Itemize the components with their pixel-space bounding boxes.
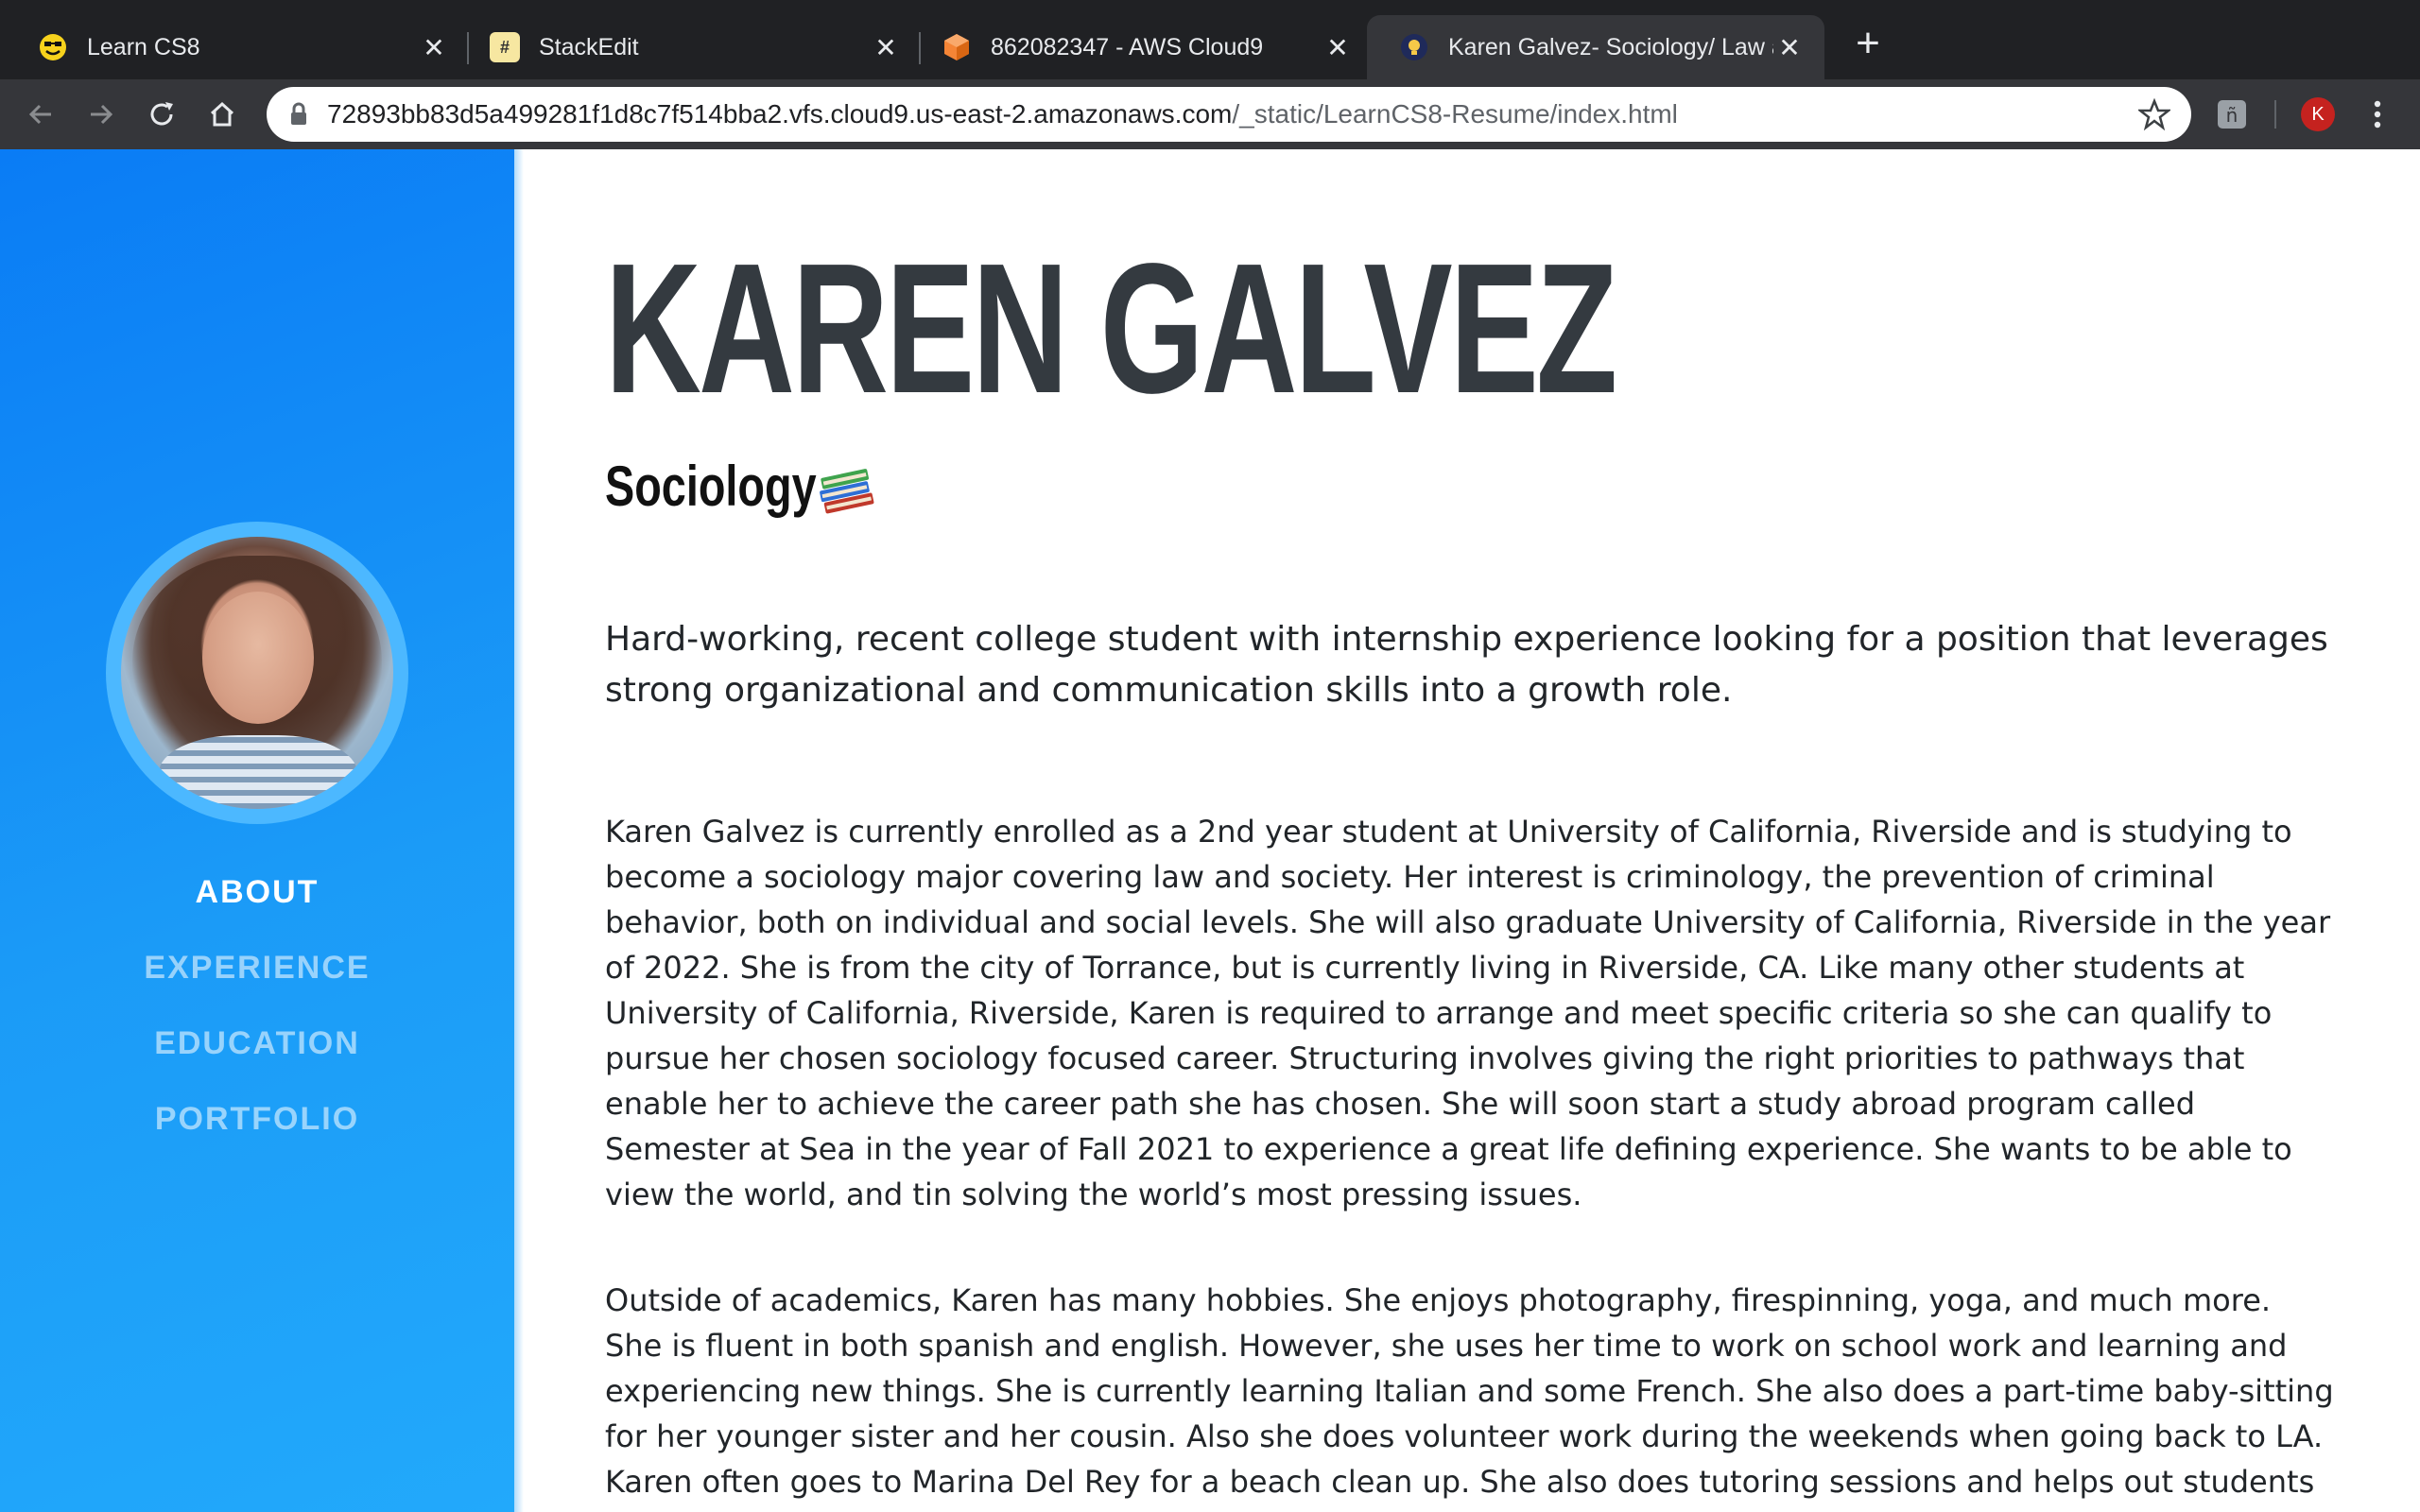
nav-link-experience[interactable]: EXPERIENCE (0, 945, 514, 1021)
tab-title: Learn CS8 (87, 33, 200, 60)
svg-text:ñ: ñ (2226, 104, 2238, 127)
smiley-face-icon (38, 32, 68, 62)
browser-tabstrip: Learn CS8 ✕ # StackEdit ✕ 862082347 - AW… (0, 0, 2420, 79)
url-path: /_static/LearnCS8-Resume/index.html (1232, 99, 1678, 129)
close-tab-icon[interactable]: ✕ (870, 32, 902, 63)
close-tab-icon[interactable]: ✕ (1322, 32, 1354, 63)
hash-icon: # (490, 32, 520, 62)
sidebar-nav: ABOUT EXPERIENCE EDUCATION PORTFOLIO (0, 869, 514, 1172)
tab-title: StackEdit (539, 33, 639, 60)
home-icon (210, 101, 234, 127)
sidebar (0, 149, 514, 1512)
arrow-right-icon (91, 104, 113, 125)
toolbar-separator (2274, 100, 2276, 129)
tab-stackedit[interactable]: # StackEdit ✕ (458, 15, 921, 79)
forward-button[interactable] (78, 91, 125, 138)
tab-learn-cs8[interactable]: Learn CS8 ✕ (6, 15, 469, 79)
profile-photo (121, 537, 393, 809)
tab-title: 862082347 - AWS Cloud9 (991, 33, 1264, 60)
reload-icon (150, 102, 173, 126)
sidebar-edge-shadow (514, 149, 524, 1512)
nav-link-about[interactable]: ABOUT (0, 869, 514, 945)
new-tab-button[interactable]: + (1845, 21, 1891, 66)
arrow-left-icon (28, 104, 51, 125)
home-button[interactable] (199, 91, 246, 138)
tab-aws-cloud9[interactable]: 862082347 - AWS Cloud9 ✕ (909, 15, 1373, 79)
extension-icon[interactable]: ñ (2216, 98, 2248, 130)
books-icon (816, 460, 874, 519)
photo-shirt (159, 735, 357, 809)
back-button[interactable] (17, 91, 64, 138)
tab-title: Karen Galvez- Sociology/ Law a (1448, 33, 1773, 60)
address-bar[interactable]: 72893bb83d5a499281f1d8c7f514bba2.vfs.clo… (267, 87, 2191, 142)
lead-statement: Hard-working, recent college student wit… (605, 620, 2328, 710)
bookmark-star-icon[interactable] (2136, 97, 2172, 137)
page-title: KAREN GALVEZ (605, 225, 1617, 432)
profile-photo-frame (106, 522, 408, 824)
about-paragraph-2: Outside of academics, Karen has many hob… (605, 1282, 2334, 1512)
cube-icon (942, 32, 972, 62)
profile-avatar-button[interactable]: K (2301, 97, 2335, 131)
close-tab-icon[interactable]: ✕ (418, 32, 450, 63)
reload-button[interactable] (138, 91, 185, 138)
menu-kebab-icon[interactable] (2363, 98, 2392, 130)
subheading: Sociology (605, 454, 874, 519)
url-host: 72893bb83d5a499281f1d8c7f514bba2.vfs.clo… (327, 99, 1233, 129)
subheading-text: Sociology (605, 455, 817, 518)
lock-icon[interactable] (289, 102, 308, 127)
nav-link-portfolio[interactable]: PORTFOLIO (0, 1096, 514, 1172)
photo-face (202, 592, 314, 724)
close-tab-icon[interactable]: ✕ (1773, 32, 1806, 63)
tab-karen-galvez[interactable]: Karen Galvez- Sociology/ Law a ✕ (1367, 15, 1824, 79)
about-paragraph-1: Karen Galvez is currently enrolled as a … (605, 814, 2331, 1212)
browser-toolbar: 72893bb83d5a499281f1d8c7f514bba2.vfs.clo… (0, 79, 2420, 149)
bulb-icon (1399, 32, 1429, 62)
nav-link-education[interactable]: EDUCATION (0, 1021, 514, 1096)
